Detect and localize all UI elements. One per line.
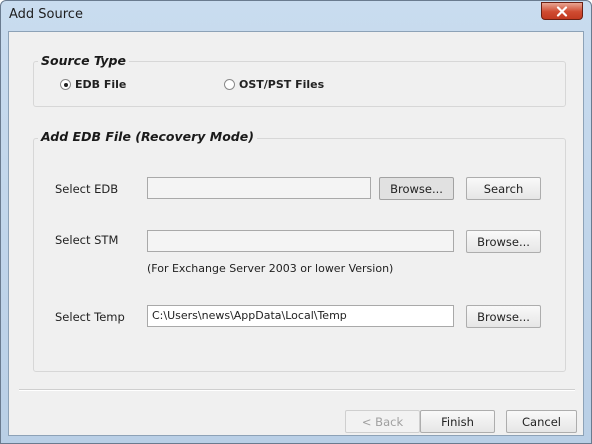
radio-ost-pst-files-indicator[interactable] — [224, 79, 235, 90]
title-bar[interactable]: Add Source — [1, 1, 591, 29]
add-edb-title: Add EDB File (Recovery Mode) — [38, 129, 257, 144]
radio-edb-file-label: EDB File — [75, 78, 127, 91]
window-title: Add Source — [9, 7, 83, 22]
select-stm-label: Select STM — [55, 233, 119, 247]
cancel-button[interactable]: Cancel — [506, 410, 577, 433]
stm-version-note: (For Exchange Server 2003 or lower Versi… — [147, 262, 394, 275]
search-edb-button[interactable]: Search — [466, 177, 541, 200]
select-temp-field[interactable]: C:\Users\news\AppData\Local\Temp — [147, 305, 454, 327]
radio-ost-pst-files-label: OST/PST Files — [239, 78, 325, 91]
select-edb-label: Select EDB — [55, 182, 119, 196]
close-button[interactable] — [541, 2, 583, 20]
add-edb-group — [33, 138, 566, 372]
radio-edb-file[interactable]: EDB File — [60, 78, 126, 91]
browse-edb-button[interactable]: Browse... — [379, 177, 454, 200]
select-stm-field[interactable] — [147, 230, 454, 252]
footer-separator — [19, 389, 575, 391]
source-type-title: Source Type — [38, 53, 129, 68]
browse-temp-button[interactable]: Browse... — [466, 305, 541, 328]
select-temp-label: Select Temp — [55, 310, 125, 324]
add-source-dialog: Add Source Source Type EDB File OST/PST … — [0, 0, 592, 444]
select-edb-field[interactable] — [147, 177, 371, 199]
finish-button[interactable]: Finish — [420, 410, 495, 433]
back-button[interactable]: < Back — [345, 410, 420, 433]
close-icon — [556, 5, 568, 17]
browse-stm-button[interactable]: Browse... — [466, 230, 541, 253]
radio-edb-file-indicator[interactable] — [60, 79, 71, 90]
radio-ost-pst-files[interactable]: OST/PST Files — [224, 78, 324, 91]
dialog-body: Source Type EDB File OST/PST Files Add E… — [8, 31, 584, 436]
